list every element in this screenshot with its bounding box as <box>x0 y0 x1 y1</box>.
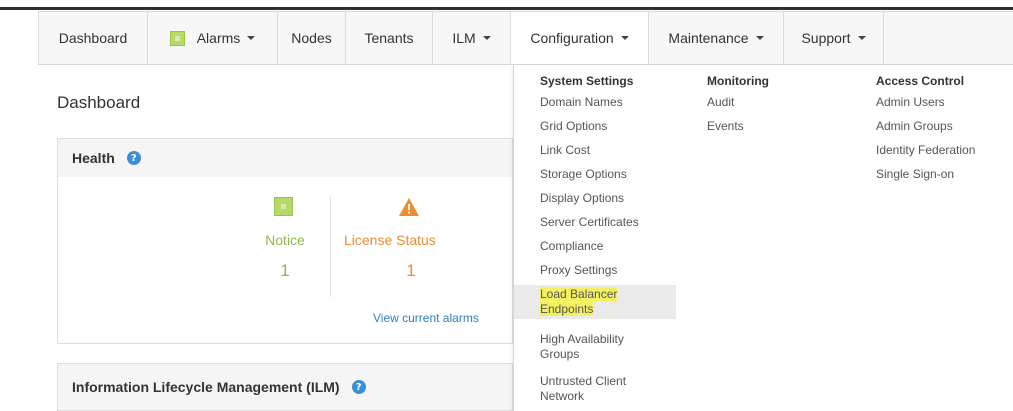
app-window: Dashboard Alarms Nodes Tenants ILM Confi… <box>0 0 1013 411</box>
menu-item-compliance[interactable]: Compliance <box>540 239 603 254</box>
info-icon[interactable]: ? <box>126 151 141 165</box>
info-icon[interactable]: ? <box>351 380 366 394</box>
menu-item-high-availability-groups[interactable]: High Availability Groups <box>540 332 624 362</box>
menu-item-admin-users[interactable]: Admin Users <box>876 95 945 110</box>
ilm-panel-title: Information Lifecycle Management (ILM) <box>72 379 340 395</box>
warning-triangle-icon <box>399 198 419 216</box>
menu-item-link-cost[interactable]: Link Cost <box>540 143 590 158</box>
nav-dashboard-label: Dashboard <box>58 30 128 46</box>
nav-alarms[interactable]: Alarms <box>148 12 278 64</box>
nav-maintenance-label: Maintenance <box>668 30 749 46</box>
notice-count[interactable]: 1 <box>255 261 315 281</box>
menu-item-load-balancer-endpoints[interactable]: Load Balancer Endpoints <box>514 285 676 319</box>
menu-item-domain-names[interactable]: Domain Names <box>540 95 623 110</box>
menu-item-display-options[interactable]: Display Options <box>540 191 624 206</box>
menu-item-server-certificates[interactable]: Server Certificates <box>540 215 639 230</box>
notice-square-icon <box>274 197 293 216</box>
load-balancer-label-line1: Load Balancer <box>540 287 618 301</box>
menu-item-audit[interactable]: Audit <box>707 95 734 110</box>
caret-down-icon <box>247 36 256 40</box>
menu-item-admin-groups[interactable]: Admin Groups <box>876 119 953 134</box>
health-panel-title: Health <box>72 150 115 166</box>
nav-ilm-label: ILM <box>452 30 476 46</box>
menu-item-proxy-settings[interactable]: Proxy Settings <box>540 263 617 278</box>
caret-down-icon <box>857 36 866 40</box>
license-status-count[interactable]: 1 <box>396 261 426 281</box>
untrusted-client-label-line2: Network <box>540 389 585 403</box>
ilm-panel-header: Information Lifecycle Management (ILM) ? <box>57 363 513 411</box>
nav-tenants-label: Tenants <box>364 30 414 46</box>
top-border <box>0 7 1013 10</box>
main-nav: Dashboard Alarms Nodes Tenants ILM Confi… <box>38 11 1013 65</box>
load-balancer-label-line2: Endpoints <box>540 302 594 316</box>
alarm-square-icon <box>169 30 185 46</box>
license-status-label[interactable]: License Status <box>344 232 474 248</box>
system-settings-heading: System Settings <box>540 74 634 88</box>
health-divider <box>330 196 331 297</box>
nav-tenants[interactable]: Tenants <box>346 12 433 64</box>
menu-item-grid-options[interactable]: Grid Options <box>540 119 607 134</box>
health-panel-header: Health ? <box>57 138 513 178</box>
nav-nodes-label: Nodes <box>291 30 332 46</box>
menu-item-untrusted-client-network[interactable]: Untrusted Client Network <box>540 374 626 404</box>
menu-item-events[interactable]: Events <box>707 119 744 134</box>
nav-alarms-label: Alarms <box>196 30 241 46</box>
notice-label[interactable]: Notice <box>255 232 315 248</box>
high-availability-label-line1: High Availability <box>540 332 624 346</box>
caret-down-icon <box>755 36 764 40</box>
menu-item-storage-options[interactable]: Storage Options <box>540 167 627 182</box>
access-control-heading: Access Control <box>876 74 965 88</box>
high-availability-label-line2: Groups <box>540 347 580 361</box>
menu-item-identity-federation[interactable]: Identity Federation <box>876 143 975 158</box>
nav-support-label: Support <box>801 30 851 46</box>
caret-down-icon <box>620 36 629 40</box>
nav-nodes[interactable]: Nodes <box>278 12 346 64</box>
nav-maintenance[interactable]: Maintenance <box>649 12 784 64</box>
caret-down-icon <box>482 36 491 40</box>
nav-configuration-label: Configuration <box>530 30 614 46</box>
menu-item-single-sign-on[interactable]: Single Sign-on <box>876 167 954 182</box>
nav-support[interactable]: Support <box>784 12 884 64</box>
monitoring-heading: Monitoring <box>707 74 769 88</box>
nav-configuration[interactable]: Configuration <box>511 12 649 64</box>
nav-dashboard[interactable]: Dashboard <box>38 12 148 64</box>
view-current-alarms-link[interactable]: View current alarms <box>373 311 479 325</box>
configuration-dropdown-menu: System Settings Domain Names Grid Option… <box>513 65 1013 411</box>
untrusted-client-label-line1: Untrusted Client <box>540 374 627 388</box>
nav-ilm[interactable]: ILM <box>433 12 511 64</box>
page-title: Dashboard <box>57 93 141 112</box>
